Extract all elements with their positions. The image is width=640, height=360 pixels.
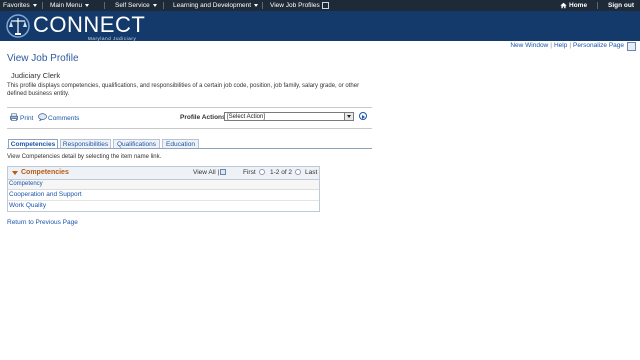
view-all-label: View All <box>193 169 216 176</box>
divider <box>7 128 372 129</box>
page-title: View Job Profile <box>7 53 79 64</box>
next-arrow-icon[interactable] <box>295 169 301 175</box>
page-options-icon[interactable] <box>627 42 636 51</box>
collapse-triangle-icon[interactable] <box>12 171 18 175</box>
signout-link[interactable]: Sign out <box>608 0 634 11</box>
divider <box>7 107 372 108</box>
link-divider: | <box>550 42 552 49</box>
comments-icon[interactable] <box>38 113 47 121</box>
zoom-grid-icon[interactable] <box>220 169 226 175</box>
help-link[interactable]: Help <box>554 42 567 49</box>
scales-of-justice-logo <box>6 14 30 38</box>
header-banner: CONNECT Maryland Judiciary <box>0 11 640 41</box>
tab-qualifications[interactable]: Qualifications <box>113 139 160 148</box>
print-link[interactable]: Print <box>20 115 33 122</box>
column-header-competency[interactable]: Competency <box>8 180 319 190</box>
home-label: Home <box>569 2 588 9</box>
tab-underline <box>7 148 372 149</box>
instruction-text: View Competencies detail by selecting th… <box>7 154 162 160</box>
chevron-down-icon <box>32 3 37 7</box>
personalize-page-link[interactable]: Personalize Page <box>573 42 624 49</box>
table-row: Cooperation and Support <box>8 190 319 201</box>
top-nav-bar: Favorites Main Menu Self Service Learnin… <box>0 0 640 11</box>
chevron-down-icon <box>254 3 259 7</box>
printer-icon[interactable] <box>10 113 18 121</box>
main-menu[interactable]: Main Menu <box>50 0 90 11</box>
self-service-menu[interactable]: Self Service <box>115 0 157 11</box>
page-description: This profile displays competencies, qual… <box>7 83 360 97</box>
competencies-grid: Competencies View All | First 1-2 of 2 L… <box>7 166 320 212</box>
tab-responsibilities[interactable]: Responsibilities <box>60 139 111 148</box>
profile-actions-value: [Select Action] <box>227 114 266 120</box>
new-window-link[interactable]: New Window <box>510 42 548 49</box>
competency-link[interactable]: Work Quality <box>9 202 46 209</box>
tab-education[interactable]: Education <box>162 139 199 148</box>
breadcrumb-current[interactable]: View Job Profiles <box>270 0 329 11</box>
previous-arrow-icon[interactable] <box>259 169 265 175</box>
nav-separator <box>163 2 164 9</box>
nav-separator <box>597 2 598 9</box>
self-service-label: Self Service <box>115 2 150 9</box>
go-button-icon[interactable] <box>359 112 367 120</box>
brand-subtitle: Maryland Judiciary <box>88 36 137 41</box>
table-row: Work Quality <box>8 201 319 211</box>
chevron-down-icon <box>152 3 157 7</box>
dropdown-arrow-icon[interactable] <box>344 113 353 120</box>
pin-icon <box>321 1 329 9</box>
last-link[interactable]: Last <box>305 169 317 176</box>
nav-separator <box>104 2 105 9</box>
row-range: 1-2 of 2 <box>270 169 293 176</box>
grid-header: Competencies View All | First 1-2 of 2 L… <box>8 167 319 180</box>
job-title: Judiciary Clerk <box>11 71 61 80</box>
learning-label: Learning and Development <box>173 2 252 9</box>
nav-separator <box>262 2 263 9</box>
home-icon <box>560 2 567 9</box>
home-link[interactable]: Home <box>560 0 587 11</box>
first-link[interactable]: First <box>243 169 256 176</box>
nav-separator <box>42 2 43 9</box>
chevron-down-icon <box>85 3 90 7</box>
favorites-label: Favorites <box>3 2 30 9</box>
profile-actions-label: Profile Actions <box>180 114 226 121</box>
comments-link[interactable]: Comments <box>48 115 79 122</box>
grid-title: Competencies <box>21 169 69 176</box>
return-to-previous-link[interactable]: Return to Previous Page <box>7 219 78 226</box>
brand-name: CONNECT <box>33 12 146 37</box>
profile-actions-select[interactable]: [Select Action] <box>224 112 354 121</box>
tab-competencies[interactable]: Competencies <box>8 139 58 148</box>
competency-link[interactable]: Cooperation and Support <box>9 191 82 198</box>
link-divider: | <box>569 42 572 49</box>
main-menu-label: Main Menu <box>50 2 83 9</box>
learning-menu[interactable]: Learning and Development <box>173 0 259 11</box>
view-all-link[interactable]: View All | <box>193 169 219 176</box>
breadcrumb-current-label: View Job Profiles <box>270 2 320 9</box>
utility-links: New Window | Help | Personalize Page <box>510 42 624 49</box>
favorites-menu[interactable]: Favorites <box>3 0 37 11</box>
